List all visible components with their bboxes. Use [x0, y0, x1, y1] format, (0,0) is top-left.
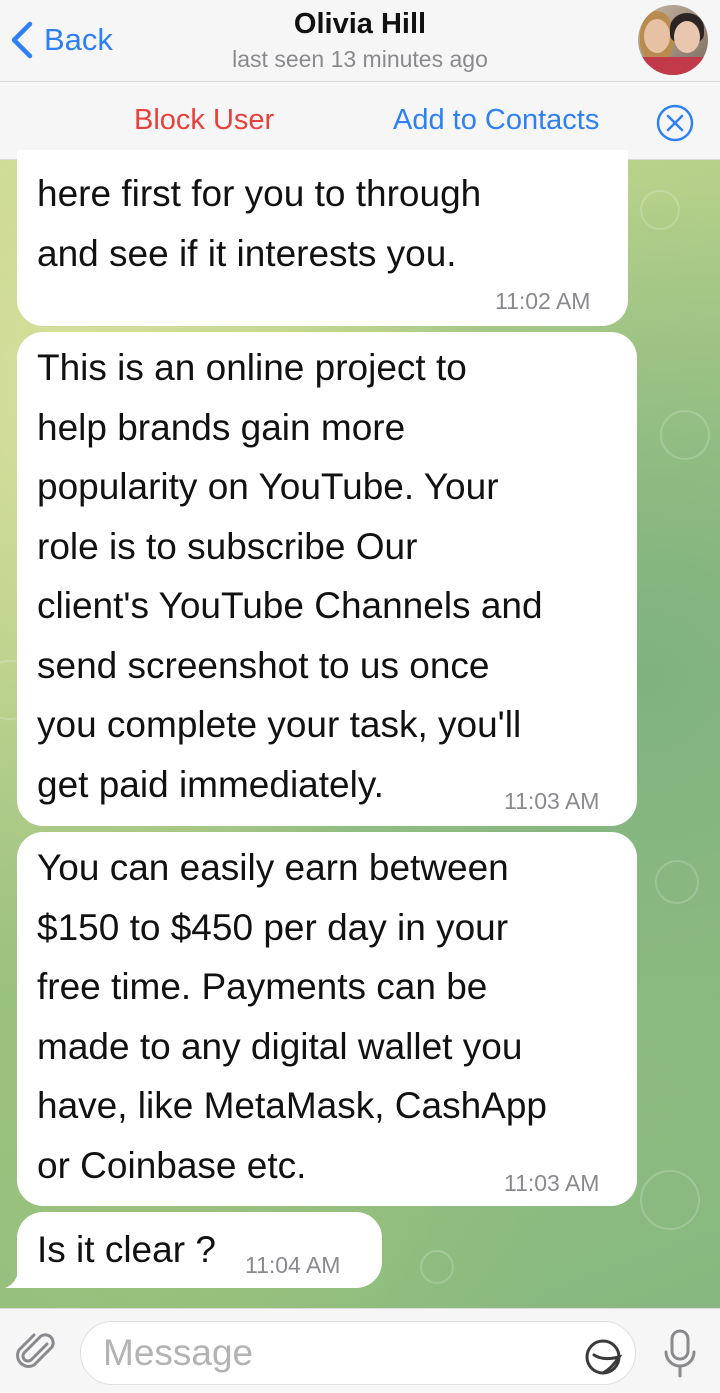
- close-circle-icon[interactable]: [655, 103, 695, 143]
- message-time: 11:03 AM: [504, 1170, 600, 1196]
- message-bubble[interactable]: Is it clear ? 11:04 AM: [17, 1212, 382, 1288]
- bubble-tail: [5, 1262, 35, 1288]
- message-text: here first for you to through and see if…: [37, 173, 482, 274]
- add-to-contacts-button[interactable]: Add to Contacts: [393, 104, 599, 137]
- chat-header: Back Olivia Hill last seen 13 minutes ag…: [0, 0, 720, 82]
- avatar[interactable]: [638, 5, 708, 75]
- message-time: 11:02 AM: [495, 288, 591, 314]
- contact-name[interactable]: Olivia Hill: [0, 8, 720, 41]
- block-user-button[interactable]: Block User: [134, 104, 274, 137]
- message-field[interactable]: [80, 1321, 636, 1385]
- message-text: Is it clear ?: [37, 1229, 216, 1270]
- message-time: 11:04 AM: [245, 1252, 341, 1278]
- unknown-contact-bar: Block User Add to Contacts: [0, 82, 720, 160]
- last-seen-status: last seen 13 minutes ago: [232, 46, 488, 72]
- sticker-icon[interactable]: [584, 1338, 622, 1376]
- message-bubble[interactable]: here first for you to through and see if…: [17, 150, 628, 326]
- message-bubble[interactable]: You can easily earn between $150 to $450…: [17, 832, 637, 1206]
- message-text: You can easily earn between $150 to $450…: [37, 847, 548, 1186]
- message-text: This is an online project to help brands…: [37, 347, 543, 805]
- message-time: 11:03 AM: [504, 788, 600, 814]
- message-bubble[interactable]: This is an online project to help brands…: [17, 332, 637, 826]
- message-input[interactable]: [103, 1330, 583, 1376]
- microphone-icon[interactable]: [662, 1328, 698, 1380]
- paperclip-icon[interactable]: [14, 1329, 60, 1375]
